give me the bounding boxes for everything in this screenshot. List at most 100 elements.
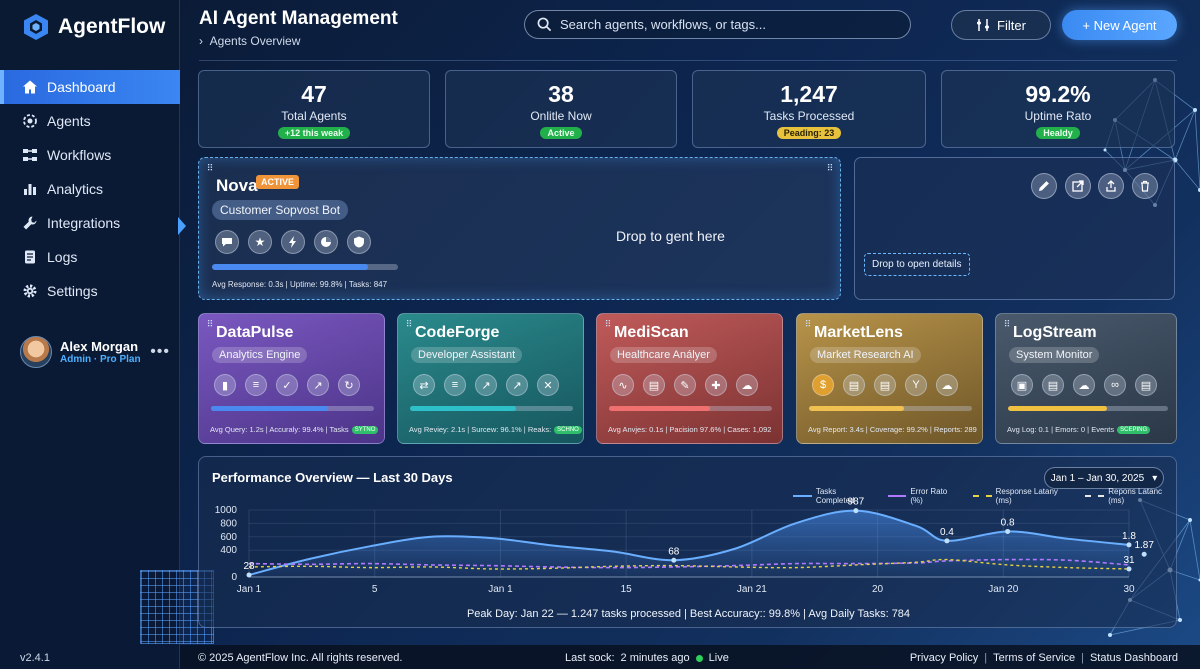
workflow-icon <box>23 149 37 161</box>
doc-icon[interactable]: ▤ <box>1042 374 1064 396</box>
drop-details-zone[interactable]: Drop to open details <box>864 253 970 276</box>
search-input[interactable] <box>560 17 890 32</box>
agent-card-codeforge[interactable]: ⠿ CodeForge Developer Assistant ⇄ ≡ ↗ ↗ … <box>397 313 584 444</box>
link-icon[interactable]: ∞ <box>1104 374 1126 396</box>
cloud-icon[interactable]: ☁ <box>936 374 958 396</box>
progress-fill <box>1008 406 1108 411</box>
more-options-icon[interactable]: ••• <box>150 343 170 361</box>
wrench-icon <box>23 216 37 230</box>
featured-agent-card[interactable]: ⠿ ⠿ Nova ACTIVE Customer Sopvost Bot ★ A… <box>198 157 841 300</box>
sidebar-item-analytics[interactable]: Analytics <box>0 172 180 206</box>
terms-link[interactable]: Terms of Service <box>993 652 1075 664</box>
agent-detail-panel[interactable]: Drop to open details <box>854 157 1175 300</box>
sidebar-item-label: Dashboard <box>47 79 116 95</box>
sidebar-item-settings[interactable]: Settings <box>0 274 180 308</box>
app-logo[interactable]: AgentFlow <box>22 12 165 42</box>
user-info: Alex Morgan Admin · Pro Plan <box>60 339 141 365</box>
agent-card-mediscan[interactable]: ⠿ MediScan Healthcare Anályer ∿ ▤ ✎ ✚ ☁ … <box>596 313 783 444</box>
dollar-icon[interactable]: $ <box>812 374 834 396</box>
stat-card-total-agents[interactable]: 47 Total Agents +12 this weak <box>198 70 430 148</box>
check-icon[interactable]: ✓ <box>276 374 298 396</box>
trend-icon[interactable]: ↗ <box>307 374 329 396</box>
shield-icon[interactable] <box>347 230 371 254</box>
agent-role-tag: Customer Sopvost Bot <box>212 200 349 220</box>
trash-icon[interactable] <box>1132 173 1158 199</box>
sidebar-collapse-arrow-icon[interactable] <box>178 217 186 235</box>
data-label: 31 <box>1123 555 1135 566</box>
pie-icon[interactable] <box>314 230 338 254</box>
trend-icon[interactable]: ↗ <box>506 374 528 396</box>
sidebar-item-workflows[interactable]: Workflows <box>0 138 180 172</box>
agent-capability-icons: ▣ ▤ ☁ ∞ ▤ <box>1011 374 1157 396</box>
cloud-icon[interactable]: ☁ <box>1073 374 1095 396</box>
plus-icon[interactable]: ✚ <box>705 374 727 396</box>
agent-stats: Avg Reviey: 2.1s | Surcew: 96.1% | Reaks… <box>409 425 582 435</box>
filter-button[interactable]: Filter <box>951 10 1051 40</box>
database-icon[interactable]: ≡ <box>444 374 466 396</box>
agent-stats-text: Avg Reviey: 2.1s | Surcew: 96.1% | Reaks… <box>409 425 552 434</box>
bar-chart-icon[interactable]: ▮ <box>214 374 236 396</box>
doc-icon[interactable]: ▤ <box>1135 374 1157 396</box>
trend-icon[interactable]: ↗ <box>475 374 497 396</box>
agent-role-tag: Healthcare Anályer <box>610 347 717 363</box>
user-name: Alex Morgan <box>60 339 139 354</box>
data-label: 1.87 <box>1134 540 1154 551</box>
agents-icon <box>23 114 37 128</box>
hexagon-logo-icon <box>24 14 48 40</box>
chat-icon[interactable] <box>215 230 239 254</box>
privacy-policy-link[interactable]: Privacy Policy <box>910 652 978 664</box>
agent-card-logstream[interactable]: ⠿ LogStream System Monitor ▣ ▤ ☁ ∞ ▤ Avg… <box>995 313 1177 444</box>
monitor-icon[interactable]: ▣ <box>1011 374 1033 396</box>
stat-value: 47 <box>301 81 327 107</box>
agent-stats: Avg Query: 1.2s | Accuraly: 99.4% | Task… <box>210 425 379 435</box>
stat-card-uptime[interactable]: 99.2% Uptime Rato Healdy <box>941 70 1175 148</box>
agent-name: CodeForge <box>415 324 500 341</box>
app-name: AgentFlow <box>58 15 166 38</box>
doc-icon[interactable]: ▤ <box>874 374 896 396</box>
cloud-icon[interactable]: ☁ <box>736 374 758 396</box>
database-icon[interactable]: ≡ <box>245 374 267 396</box>
sidebar-item-dashboard[interactable]: Dashboard <box>0 70 180 104</box>
git-icon[interactable]: ⇄ <box>413 374 435 396</box>
sidebar-item-logs[interactable]: Logs <box>0 240 180 274</box>
agent-capability-icons: ★ <box>215 230 371 254</box>
bar-chart-icon <box>24 184 36 195</box>
star-icon[interactable]: ★ <box>248 230 272 254</box>
agent-card-datapulse[interactable]: ⠿ DataPulse Analytics Engine ▮ ≡ ✓ ↗ ↻ A… <box>198 313 385 444</box>
share-icon[interactable] <box>1098 173 1124 199</box>
sidebar-item-agents[interactable]: Agents <box>0 104 180 138</box>
status-dashboard-link[interactable]: Status Dashboard <box>1090 652 1178 664</box>
edit-icon[interactable]: ✎ <box>674 374 696 396</box>
close-icon[interactable]: ✕ <box>537 374 559 396</box>
branch-icon[interactable]: Y <box>905 374 927 396</box>
agent-card-marketlens[interactable]: ⠿ MarketLens Market Research AI $ ▤ ▤ Y … <box>796 313 983 444</box>
doc-icon[interactable]: ▤ <box>643 374 665 396</box>
stat-card-online-now[interactable]: 38 Onlitle Now Active <box>445 70 677 148</box>
sidebar-item-integrations[interactable]: Integrations <box>0 206 180 240</box>
doc-icon[interactable]: ▤ <box>843 374 865 396</box>
refresh-icon[interactable]: ↻ <box>338 374 360 396</box>
agent-name: MediScan <box>614 324 689 341</box>
external-icon[interactable] <box>1065 173 1091 199</box>
new-agent-button[interactable]: + New Agent <box>1062 10 1177 40</box>
user-profile[interactable]: Alex Morgan Admin · Pro Plan ••• <box>20 332 170 372</box>
divider: | <box>984 652 988 664</box>
data-label: 0.8 <box>1001 517 1015 528</box>
gear-icon <box>23 284 37 298</box>
x-tick-label: Jan 1 <box>488 584 513 595</box>
breadcrumb[interactable]: › Agents Overview <box>199 34 300 48</box>
breadcrumb-current: Agents Overview <box>209 34 301 48</box>
pulse-icon[interactable]: ∿ <box>612 374 634 396</box>
edit-icon[interactable] <box>1031 173 1057 199</box>
stat-card-tasks-processed[interactable]: 1,247 Tasks Processed Peading: 23 <box>692 70 926 148</box>
data-label: 987 <box>848 497 865 508</box>
sync-status: Last sock: 2 minutes ago Live <box>565 652 729 664</box>
bolt-icon[interactable] <box>281 230 305 254</box>
drag-handle-icon[interactable]: ⠿ <box>821 160 838 177</box>
filter-button-label: Filter <box>997 17 1026 33</box>
sidebar-item-label: Workflows <box>47 147 112 163</box>
drag-handle-icon[interactable]: ⠿ <box>201 160 218 177</box>
progress-fill <box>211 406 329 411</box>
search-bar[interactable] <box>524 10 911 39</box>
status-badge: SYTNO <box>351 426 379 435</box>
